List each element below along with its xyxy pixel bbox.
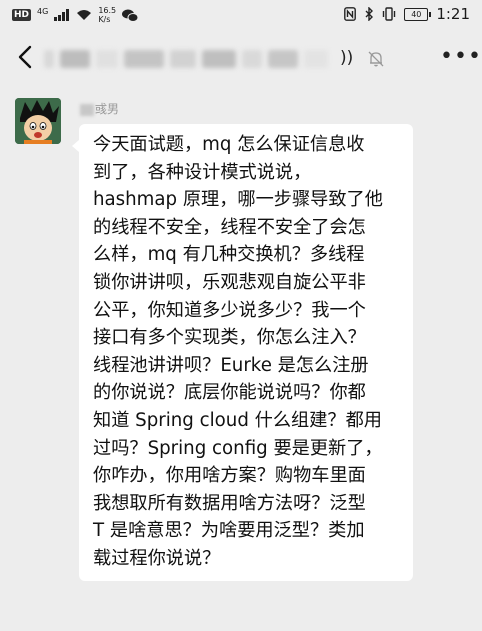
hd-badge: HD (12, 9, 32, 21)
message-line: 公平，你知道多少说多少？我一个 (93, 299, 366, 321)
sender-name-text: 彧男 (95, 102, 120, 116)
signal-icon (54, 9, 70, 21)
message-line: 知道 Spring cloud 什么组建？都用 (93, 409, 382, 431)
message-line: 过吗？Spring config 要是更新了， (93, 437, 383, 459)
chat-header: )) ••• (0, 32, 482, 82)
network-type: 4G (37, 6, 49, 16)
message-line: T 是啥意思？为啥要用泛型？类加 (93, 520, 365, 542)
more-icon[interactable]: ••• (440, 45, 481, 69)
nfc-icon (344, 7, 357, 21)
speed-value: 16.5 (98, 6, 117, 15)
mute-bell-icon (368, 51, 384, 67)
message-line: 到了，各种设计模式说说， (93, 161, 312, 183)
message-line: 我想取所有数据用啥方法呀？泛型 (93, 492, 366, 514)
message-line: hashmap 原理，哪一步骤导致了他 (93, 189, 383, 211)
wifi-icon (77, 10, 92, 20)
speed-unit: K/s (98, 15, 111, 24)
message-line: 锁你讲讲呗，乐观悲观自旋公平非 (93, 271, 366, 293)
vibrate-icon (383, 7, 396, 21)
message-line: 么样，mq 有几种交换机？多线程 (93, 244, 365, 266)
avatar[interactable] (15, 98, 61, 144)
message-line: 线程池讲讲呗？Eurke 是怎么注册 (93, 354, 369, 376)
message-line: 的你说说？底层你能说说吗？你都 (93, 382, 366, 404)
message-line: 载过程你说说？ (93, 547, 221, 569)
sender-name-redacted (80, 103, 94, 116)
bluetooth-icon (365, 7, 374, 21)
status-right: 40 1:21 (344, 5, 470, 23)
message-bubble[interactable]: 今天面试题，mq 怎么保证信息收 到了，各种设计模式说说， hashmap 原理… (72, 124, 413, 581)
back-icon[interactable] (14, 44, 38, 70)
status-left: HD 4G 16.5 K/s (12, 6, 139, 24)
avatar-image (15, 98, 61, 144)
wechat-icon (122, 9, 139, 22)
message-line: 接口有多个实现类，你怎么注入？ (93, 327, 366, 349)
chat-title-redacted (44, 46, 344, 72)
status-bar: HD 4G 16.5 K/s 40 1:21 (0, 0, 482, 30)
message-line: 你咋办，你用啥方案？购物车里面 (93, 465, 366, 487)
chat-title-tail: )) (340, 48, 354, 68)
battery-icon: 40 (404, 7, 432, 21)
message-line: 今天面试题，mq 怎么保证信息收 (93, 134, 365, 155)
clock: 1:21 (436, 5, 470, 23)
network-speed: 16.5 K/s (98, 6, 116, 24)
message-line: 的线程不安全，线程不安全了会怎 (93, 216, 366, 238)
sender-name: 彧男 (80, 100, 119, 117)
